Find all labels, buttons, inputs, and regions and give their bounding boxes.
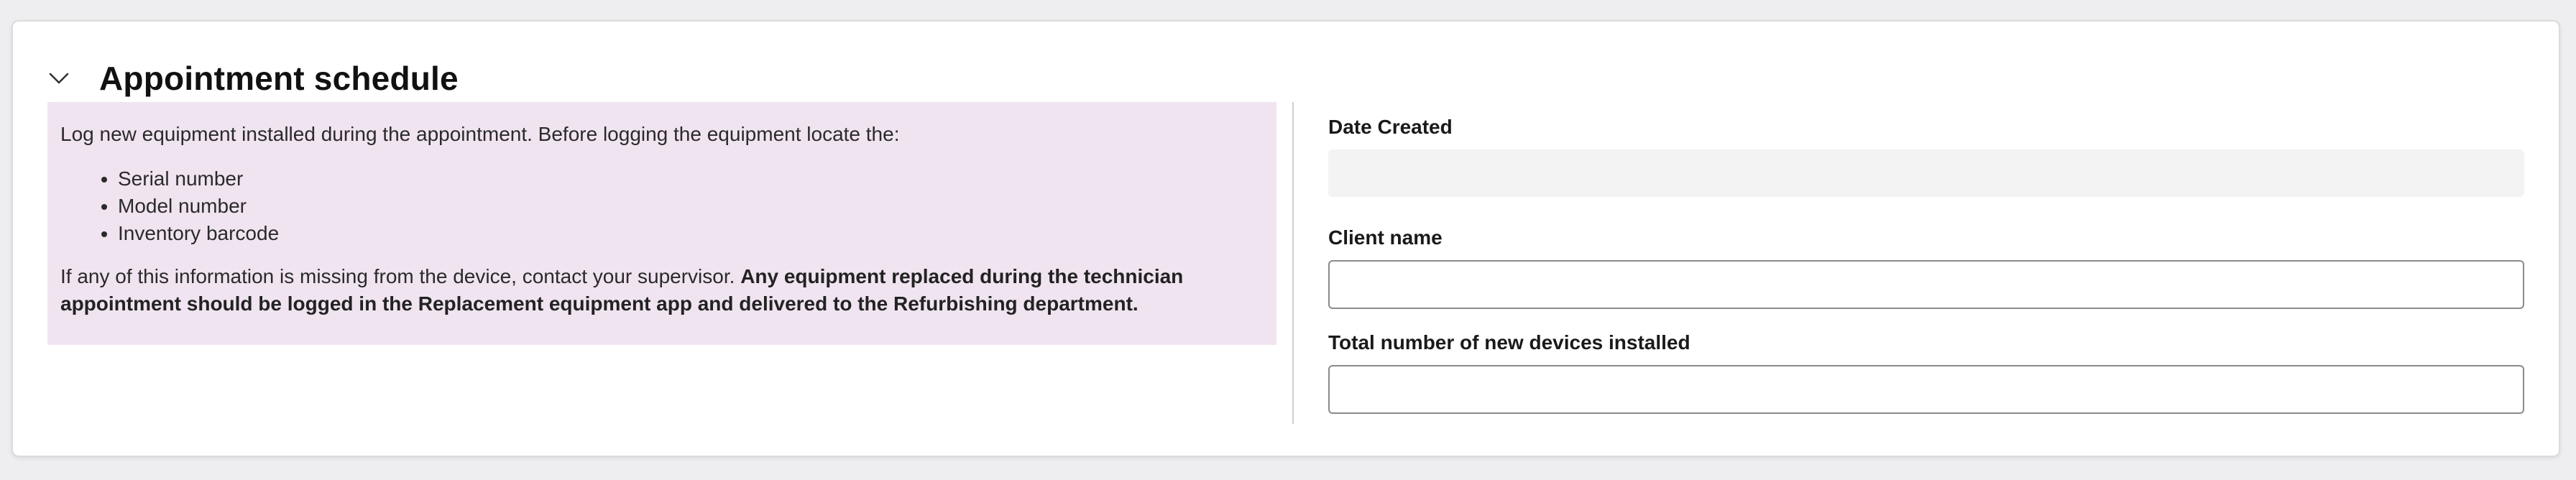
devices-installed-field: Total number of new devices installed <box>1328 331 2524 414</box>
instructions-note: If any of this information is missing fr… <box>60 263 1264 318</box>
instructions-panel: Log new equipment installed during the a… <box>47 102 1276 345</box>
list-item: Serial number <box>118 165 1264 193</box>
section-title: Appointment schedule <box>99 60 459 97</box>
date-created-field: Date Created <box>1328 115 2524 197</box>
devices-installed-input[interactable] <box>1328 365 2524 414</box>
note-regular-text: If any of this information is missing fr… <box>60 265 741 287</box>
devices-installed-label: Total number of new devices installed <box>1328 331 1690 354</box>
list-item: Inventory barcode <box>118 220 1264 247</box>
list-item: Model number <box>118 193 1264 220</box>
chevron-down-icon[interactable] <box>45 64 73 93</box>
client-name-label: Client name <box>1328 226 1443 249</box>
required-items-list: Serial number Model number Inventory bar… <box>60 165 1264 247</box>
date-created-label: Date Created <box>1328 116 1453 138</box>
client-name-input[interactable] <box>1328 260 2524 309</box>
column-divider <box>1292 102 1294 424</box>
client-name-field: Client name <box>1328 226 2524 309</box>
instructions-intro: Log new equipment installed during the a… <box>60 123 900 145</box>
date-created-value <box>1328 149 2524 197</box>
appointment-schedule-card: Appointment schedule Log new equipment i… <box>12 20 2560 457</box>
